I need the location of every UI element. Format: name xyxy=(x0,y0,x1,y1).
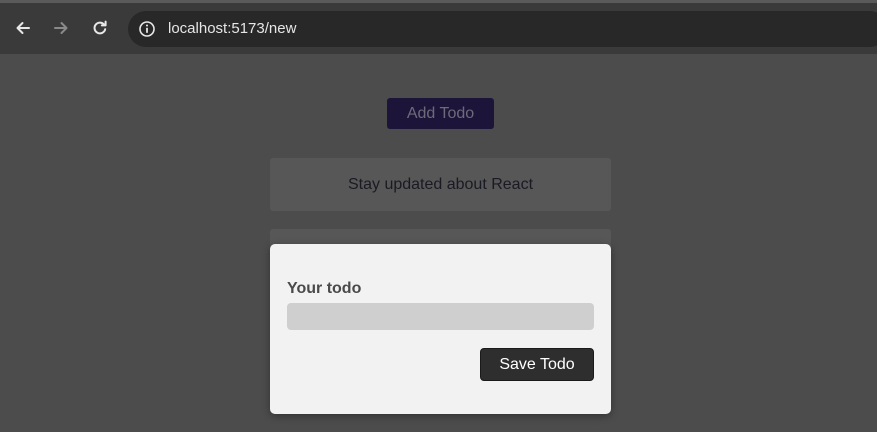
reload-icon xyxy=(93,20,107,35)
todo-input[interactable] xyxy=(287,303,594,330)
url-text[interactable]: localhost:5173/new xyxy=(168,20,296,38)
address-bar[interactable]: localhost:5173/new xyxy=(128,11,877,47)
info-icon xyxy=(139,21,155,37)
site-info-button[interactable] xyxy=(136,18,158,40)
todo-field-label: Your todo xyxy=(287,280,362,297)
forward-button[interactable] xyxy=(48,15,74,41)
back-button[interactable] xyxy=(10,15,36,41)
add-todo-button[interactable]: Add Todo xyxy=(387,98,494,129)
todo-item: Stay updated about React xyxy=(270,158,611,211)
arrow-left-icon xyxy=(16,22,30,34)
save-todo-button[interactable]: Save Todo xyxy=(480,348,594,381)
new-todo-modal: Your todo Save Todo xyxy=(270,244,611,414)
browser-toolbar: localhost:5173/new xyxy=(0,0,877,54)
browser-window: localhost:5173/new Add Todo Stay updated… xyxy=(0,0,877,432)
page-content: Add Todo Stay updated about React Your t… xyxy=(0,54,877,432)
arrow-right-icon xyxy=(54,22,68,34)
todo-text: Stay updated about React xyxy=(347,176,534,193)
reload-button[interactable] xyxy=(87,15,113,41)
